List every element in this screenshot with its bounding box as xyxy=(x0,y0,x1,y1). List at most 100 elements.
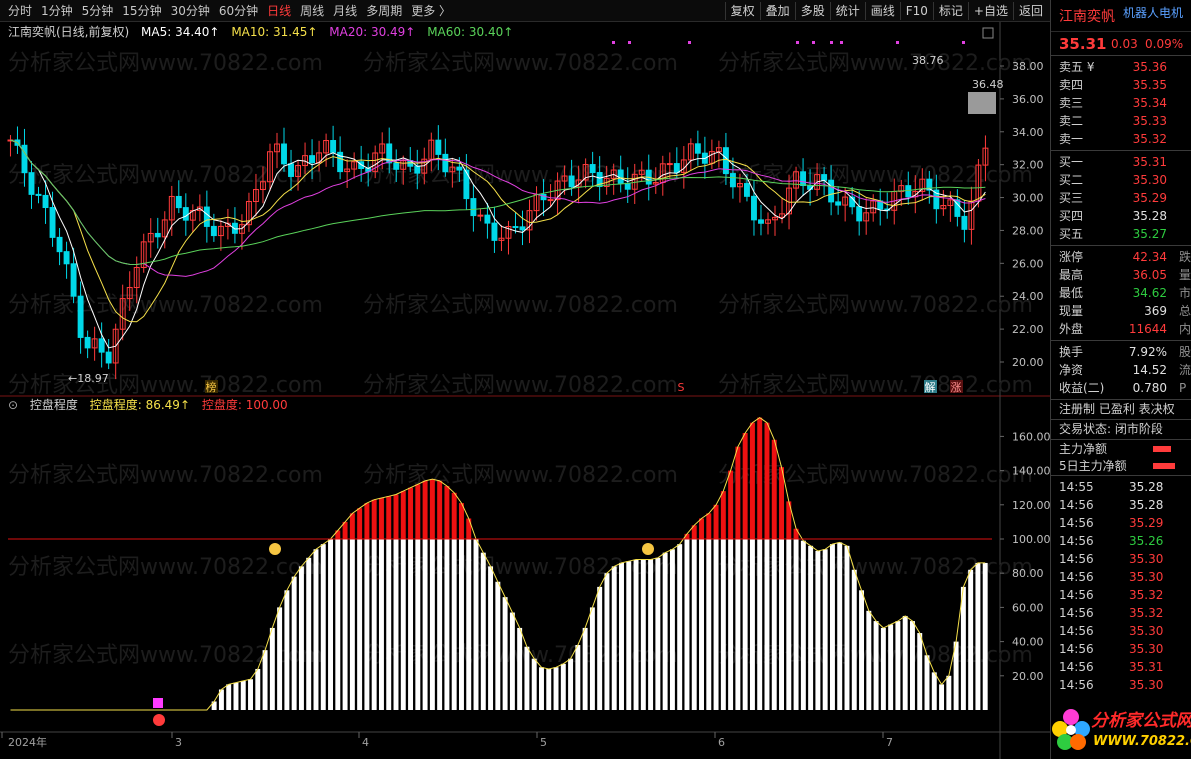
stat-label: 外盘 xyxy=(1059,322,1084,336)
sub-tick-label: 80.00 xyxy=(1012,567,1044,580)
tick-price: 35.32 xyxy=(1129,606,1164,620)
control-bar xyxy=(757,539,763,710)
period-tab-7[interactable]: 周线 xyxy=(300,3,324,19)
candle-body xyxy=(456,166,463,171)
control-bar xyxy=(677,544,683,710)
control-bar xyxy=(859,590,865,710)
candle-body xyxy=(484,214,491,224)
control-bar xyxy=(597,586,603,710)
control-bar xyxy=(779,539,784,710)
tick-time: 14:56 xyxy=(1059,516,1094,530)
control-bar xyxy=(728,539,734,710)
period-tab-1[interactable]: 1分钟 xyxy=(41,3,73,19)
ask-label: 卖五 ¥ xyxy=(1059,60,1095,74)
stat2-extra: P xyxy=(1179,381,1187,395)
stat-value: 369 xyxy=(1144,304,1167,318)
control-bar xyxy=(306,557,312,710)
indicator-value-1: 控盘程度: 86.49↑ xyxy=(89,398,191,412)
tick-row: 14:56 35.30 xyxy=(1051,622,1191,640)
ask-row-4: 卖一 35.32 xyxy=(1051,130,1191,148)
sub-tick-label: 160.00 xyxy=(1012,430,1050,443)
period-tab-6[interactable]: 日线 xyxy=(267,3,291,19)
stat2-label: 净资 xyxy=(1059,363,1084,377)
x-tick-label: 2024年 xyxy=(8,735,47,749)
main-fund-row: 主力净额 xyxy=(1051,439,1191,457)
stat2-value: 14.52 xyxy=(1132,363,1167,377)
period-tab-4[interactable]: 30分钟 xyxy=(171,3,210,19)
toolbar-button-0[interactable]: 复权 xyxy=(724,2,760,20)
candle-body xyxy=(800,171,807,187)
ma20-label: MA20: 30.49↑ xyxy=(329,25,416,39)
stat2-value: 0.780 xyxy=(1132,381,1167,395)
control-bar-excess xyxy=(466,518,472,539)
toolbar-button-4[interactable]: 画线 xyxy=(864,2,900,20)
box-price-label: 36.48 xyxy=(972,78,1004,91)
toolbar-button-6[interactable]: 标记 xyxy=(932,2,968,20)
chart-area[interactable]: 分析家公式网www.70822.com 分析家公式网www.70822.com 分析… xyxy=(0,22,1050,759)
control-bar-excess xyxy=(757,417,763,539)
bid-row-3: 买四 35.28 xyxy=(1051,207,1191,225)
control-bar xyxy=(364,539,370,710)
candle-body xyxy=(330,140,337,153)
control-bar xyxy=(568,658,574,710)
control-bar xyxy=(939,684,945,710)
x-tick-label: 3 xyxy=(175,736,182,749)
control-bar xyxy=(466,539,472,710)
stat-label: 最低 xyxy=(1059,286,1084,300)
candle-body xyxy=(624,182,631,190)
candle-body xyxy=(905,185,912,198)
control-bar xyxy=(589,607,595,710)
candle-body xyxy=(210,225,217,237)
tick-price: 35.29 xyxy=(1129,516,1164,530)
concept-tag[interactable]: 机器人电机 xyxy=(1123,4,1183,21)
toolbar-button-1[interactable]: 叠加 xyxy=(759,2,795,20)
indicator-name[interactable]: 控盘程度 xyxy=(30,398,78,412)
candle-body xyxy=(519,226,526,231)
toolbar-buttons: 复权 叠加 多股 统计 画线 F10 标记 +自选 返回 xyxy=(724,2,1048,20)
toolbar-button-5[interactable]: F10 xyxy=(899,2,933,20)
period-tab-2[interactable]: 5分钟 xyxy=(82,3,114,19)
sub-tick-label: 40.00 xyxy=(1012,636,1044,649)
collapse-icon[interactable]: ⊙ xyxy=(8,398,18,412)
period-tab-8[interactable]: 月线 xyxy=(333,3,357,19)
control-bar xyxy=(342,539,348,710)
price-tick-label: 38.00 xyxy=(1012,60,1044,73)
toolbar-button-2[interactable]: 多股 xyxy=(794,2,830,20)
control-bar-excess xyxy=(771,439,777,539)
candle-body xyxy=(182,207,189,221)
period-tab-0[interactable]: 分时 xyxy=(8,3,32,19)
quote-panel: 江南奕帆 机器人电机 35.31 0.03 0.09% 卖五 ¥ 35.36 卖四 3… xyxy=(1050,0,1191,759)
stock-name[interactable]: 江南奕帆 xyxy=(1059,6,1115,26)
period-tab-3[interactable]: 15分钟 xyxy=(122,3,161,19)
candle-body xyxy=(463,169,470,200)
toolbar-button-8[interactable]: 返回 xyxy=(1012,2,1048,20)
control-bar xyxy=(531,658,537,710)
stat2-row-0: 换手 7.92% 股 xyxy=(1051,343,1191,361)
bid-row-2: 买三 35.29 xyxy=(1051,189,1191,207)
bid-row-0: 买一 35.31 xyxy=(1051,153,1191,171)
chart-canvas[interactable]: 分析家公式网www.70822.com 分析家公式网www.70822.com 分析… xyxy=(0,22,1050,759)
price-tick-label: 30.00 xyxy=(1012,192,1044,205)
period-tab-10[interactable]: 更多 〉 xyxy=(411,3,451,19)
stat2-row-2: 收益(二) 0.780 P xyxy=(1051,379,1191,397)
toolbar-button-7[interactable]: +自选 xyxy=(967,2,1013,20)
tick-price: 35.30 xyxy=(1129,552,1164,566)
period-tab-5[interactable]: 60分钟 xyxy=(219,3,258,19)
bid-value: 35.29 xyxy=(1132,191,1167,205)
control-bar xyxy=(611,566,617,710)
toolbar-button-3[interactable]: 统计 xyxy=(829,2,865,20)
candle-body xyxy=(828,179,835,203)
period-tab-9[interactable]: 多周期 xyxy=(366,3,402,19)
candle-body xyxy=(835,201,842,206)
candle-body xyxy=(154,232,161,238)
bid-label: 买三 xyxy=(1059,191,1084,205)
candle-body xyxy=(491,222,498,241)
control-bar xyxy=(291,576,297,710)
control-bar xyxy=(771,539,777,710)
control-bar xyxy=(626,561,632,710)
control-bar xyxy=(277,607,283,710)
control-bar xyxy=(378,539,384,710)
ask-label: 卖一 xyxy=(1059,132,1084,146)
candle-body xyxy=(821,174,828,181)
flower-logo-icon xyxy=(1052,709,1090,750)
